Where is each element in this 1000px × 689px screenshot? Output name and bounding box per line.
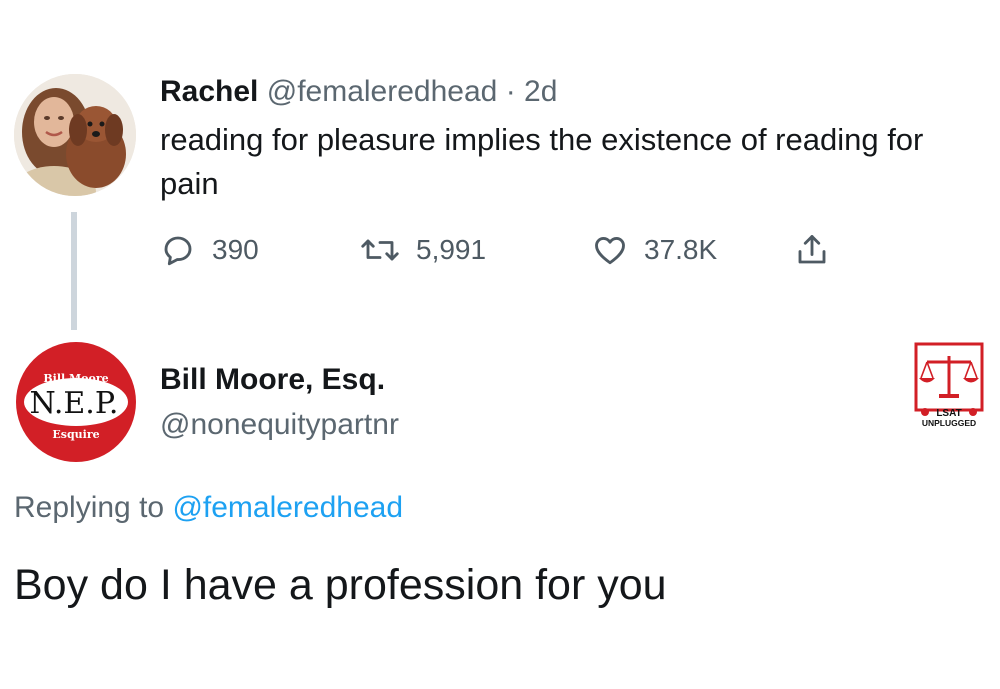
share-icon [794,232,830,268]
reply-button[interactable]: 390 [160,232,360,268]
thread-connector-line [71,212,77,330]
bill-moore-avatar[interactable]: Bill Moore N.E.P. Esquire [16,342,136,462]
lsat-unplugged-logo: LSAT UNPLUGGED [912,342,986,432]
reply-text: Boy do I have a profession for you [14,561,667,609]
heart-icon [592,232,628,268]
share-button[interactable] [794,232,830,268]
reply-icon [160,232,196,268]
logo-line2: UNPLUGGED [922,418,976,428]
woman-with-dog-avatar-icon [14,74,136,196]
replying-prefix: Replying to [14,491,165,524]
tweet-action-bar: 390 5,991 37.8K [160,226,830,274]
like-button[interactable]: 37.8K [592,232,794,268]
avatar-bottom-text: Esquire [52,428,99,441]
tweet-text: reading for pleasure implies the existen… [160,122,924,201]
avatar-main-text: N.E.P. [30,386,119,421]
retweet-button[interactable]: 5,991 [360,232,592,268]
like-count: 37.8K [644,234,718,265]
nep-badge-icon: Bill Moore N.E.P. Esquire [16,342,136,462]
replying-to-line: Replying to @femaleredhead [14,488,403,528]
tweet-header: Rachel @femaleredhead · 2d [160,72,557,112]
header-separator: · [505,75,516,108]
reply-author-name[interactable]: Bill Moore, Esq. [160,360,385,400]
rachel-avatar[interactable] [14,74,136,196]
author-handle[interactable]: @femaleredhead [267,75,498,108]
reply-count: 390 [212,234,259,265]
retweet-icon [360,232,400,268]
replying-to-mention[interactable]: @femaleredhead [172,491,403,524]
avatar-top-text: Bill Moore [43,372,108,385]
reply-author-handle[interactable]: @nonequitypartnr [160,405,399,445]
retweet-count: 5,991 [416,234,487,265]
author-name[interactable]: Rachel [160,75,258,108]
tweet-timestamp[interactable]: 2d [524,75,557,108]
